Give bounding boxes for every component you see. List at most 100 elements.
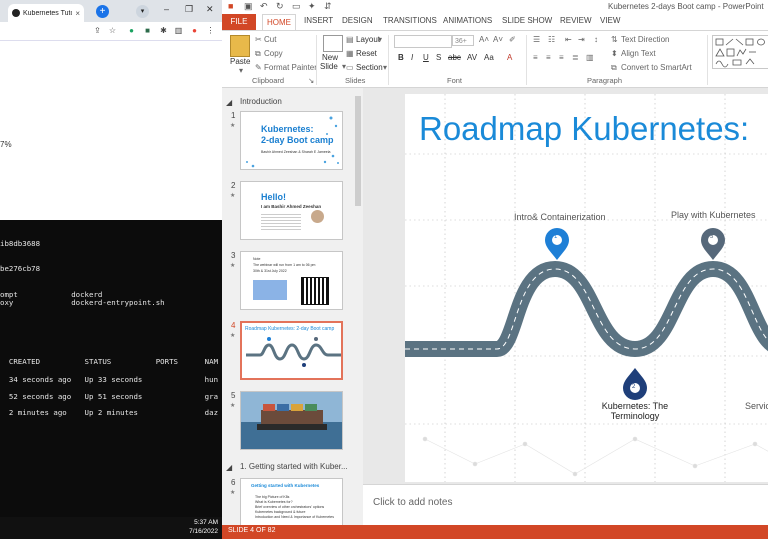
text-direction-button[interactable]: Text Direction <box>621 35 669 44</box>
cut-icon[interactable]: ✂ <box>255 35 262 44</box>
start-slideshow-icon[interactable]: ▭ <box>292 1 301 12</box>
slide-thumbnail-6[interactable]: Getting started with Kubernetes The big … <box>240 478 343 525</box>
increase-indent-icon[interactable]: ⇥ <box>578 35 585 44</box>
paste-icon[interactable] <box>230 35 250 57</box>
format-painter-icon[interactable]: ✎ <box>255 63 262 72</box>
undo-icon[interactable]: ↶ <box>260 1 268 12</box>
strikethrough-icon[interactable]: abc <box>448 53 461 62</box>
close-button[interactable]: ✕ <box>206 4 214 15</box>
shapes-gallery[interactable] <box>712 35 768 69</box>
paste-button[interactable]: Paste <box>230 57 250 66</box>
browser-tab[interactable]: Kubernetes Tutoria × <box>8 4 84 22</box>
tab-transitions[interactable]: TRANSITIONS <box>383 16 437 25</box>
extension-icon-2[interactable]: ■ <box>142 25 153 36</box>
save-icon[interactable]: ▣ <box>244 1 253 12</box>
columns-icon[interactable]: ▥ <box>586 53 594 62</box>
label-services[interactable]: Servic <box>745 401 768 411</box>
redo-icon[interactable]: ↻ <box>276 1 284 12</box>
terminal-window[interactable]: ib8db3688 be276cb78 ompt dockerd oxy doc… <box>0 220 222 517</box>
slide-thumbnail-4[interactable]: Roadmap Kubernetes: 2-day Boot camp <box>240 321 343 380</box>
puzzle-icon[interactable]: ✱ <box>158 25 169 36</box>
char-spacing-icon[interactable]: AV <box>467 53 477 62</box>
slide-title[interactable]: Roadmap Kubernetes: <box>419 110 749 148</box>
minimize-button[interactable]: – <box>164 4 169 14</box>
customize-toolbar-icon[interactable]: ⇵ <box>324 1 332 12</box>
align-text-icon[interactable]: ⬍ <box>611 49 618 58</box>
touch-mode-icon[interactable]: ✦ <box>308 1 316 12</box>
convert-smartart-button[interactable]: Convert to SmartArt <box>621 63 692 72</box>
tab-animations[interactable]: ANIMATIONS <box>443 16 492 25</box>
tab-view[interactable]: VIEW <box>600 16 620 25</box>
reset-button[interactable]: Reset <box>356 49 377 58</box>
copy-button[interactable]: Copy <box>264 49 283 58</box>
shadow-icon[interactable]: S <box>436 53 441 62</box>
new-tab-button[interactable]: + <box>96 5 109 18</box>
sidepanel-icon[interactable]: ▥ <box>173 25 184 36</box>
align-text-button[interactable]: Align Text <box>621 49 656 58</box>
layout-icon[interactable]: ▤ <box>346 35 354 44</box>
tab-design[interactable]: DESIGN <box>342 16 373 25</box>
slide-thumbnails-pane[interactable]: ◢ Introduction 1 ★ Kubernetes: 2-day Boo… <box>222 88 354 525</box>
layout-button[interactable]: Layout <box>356 35 380 44</box>
scrollbar-thumb[interactable] <box>355 96 361 206</box>
numbering-icon[interactable]: ☷ <box>548 35 555 44</box>
reset-icon[interactable]: ▦ <box>346 49 354 58</box>
change-case-icon[interactable]: Aa <box>484 53 494 62</box>
section-dropdown-icon[interactable]: ▾ <box>383 63 387 72</box>
menu-icon[interactable]: ⋮ <box>205 25 216 36</box>
slide-thumbnail-5[interactable] <box>240 391 343 450</box>
section-getting-started[interactable]: 1. Getting started with Kuber... <box>240 462 348 471</box>
layout-dropdown-icon[interactable]: ▾ <box>378 35 382 44</box>
underline-icon[interactable]: U <box>423 53 429 62</box>
font-name-box[interactable] <box>394 35 452 48</box>
tab-slide-show[interactable]: SLIDE SHOW <box>502 16 552 25</box>
slide-editor[interactable]: Roadmap Kubernetes: Intro& Containerizat… <box>363 88 768 484</box>
smartart-icon[interactable]: ⧉ <box>611 63 617 73</box>
cut-button[interactable]: Cut <box>264 35 276 44</box>
tab-home[interactable]: HOME <box>262 14 296 30</box>
new-slide-label-2[interactable]: Slide <box>320 62 338 71</box>
new-slide-icon[interactable] <box>323 35 343 52</box>
label-intro[interactable]: Intro& Containerization <box>514 212 606 222</box>
bold-icon[interactable]: B <box>398 53 404 62</box>
slide-thumbnail-2[interactable]: Hello! I am Bashir Ahmed Zeeshan <box>240 181 343 240</box>
align-left-icon[interactable]: ≡ <box>533 53 538 62</box>
notes-placeholder[interactable]: Click to add notes <box>373 497 453 508</box>
grow-font-icon[interactable]: A˄ <box>479 35 489 44</box>
new-slide-label[interactable]: New <box>322 53 338 62</box>
extension-icon[interactable]: ● <box>126 25 137 36</box>
section-collapse-icon[interactable]: ◢ <box>226 463 232 472</box>
font-color-icon[interactable]: A <box>507 53 512 62</box>
profile-icon[interactable]: ● <box>189 25 200 36</box>
tab-close-icon[interactable]: × <box>75 9 80 18</box>
justify-icon[interactable]: ≣ <box>572 53 579 62</box>
label-terminology[interactable]: Kubernetes: The Terminology <box>595 401 675 421</box>
restore-button[interactable]: ❐ <box>185 4 193 15</box>
bullets-icon[interactable]: ☰ <box>533 35 540 44</box>
clipboard-launcher-icon[interactable]: ↘ <box>308 76 314 85</box>
taskbar-time[interactable]: 5:37 AM <box>194 519 218 526</box>
label-play[interactable]: Play with Kubernetes <box>671 210 756 220</box>
slide-thumbnail-3[interactable]: Note The webinar will run from 1 am to 0… <box>240 251 343 310</box>
italic-icon[interactable]: I <box>411 53 413 62</box>
section-button[interactable]: Section <box>356 63 383 72</box>
shrink-font-icon[interactable]: A˅ <box>493 35 503 44</box>
notes-pane[interactable]: Click to add notes <box>363 484 768 526</box>
bookmark-star-icon[interactable]: ☆ <box>107 25 118 36</box>
decrease-indent-icon[interactable]: ⇤ <box>565 35 572 44</box>
current-slide[interactable]: Roadmap Kubernetes: Intro& Containerizat… <box>405 94 768 482</box>
share-icon[interactable]: ⇪ <box>92 25 103 36</box>
tab-search-icon[interactable]: ▾ <box>136 5 149 18</box>
copy-icon[interactable]: ⧉ <box>255 49 261 59</box>
tab-insert[interactable]: INSERT <box>304 16 333 25</box>
paste-dropdown-icon[interactable]: ▾ <box>239 66 243 75</box>
slide-thumbnail-1[interactable]: Kubernetes: 2-day Boot camp Bashir Ahmed… <box>240 111 343 170</box>
section-icon[interactable]: ▭ <box>346 63 354 72</box>
text-direction-icon[interactable]: ⇅ <box>611 35 618 44</box>
font-size-box[interactable]: 36+ <box>452 35 474 46</box>
tab-file[interactable]: FILE <box>222 14 256 30</box>
thumbnails-scrollbar[interactable] <box>353 88 363 525</box>
align-right-icon[interactable]: ≡ <box>559 53 564 62</box>
section-introduction[interactable]: Introduction <box>240 97 282 106</box>
taskbar-date[interactable]: 7/16/2022 <box>189 528 218 535</box>
